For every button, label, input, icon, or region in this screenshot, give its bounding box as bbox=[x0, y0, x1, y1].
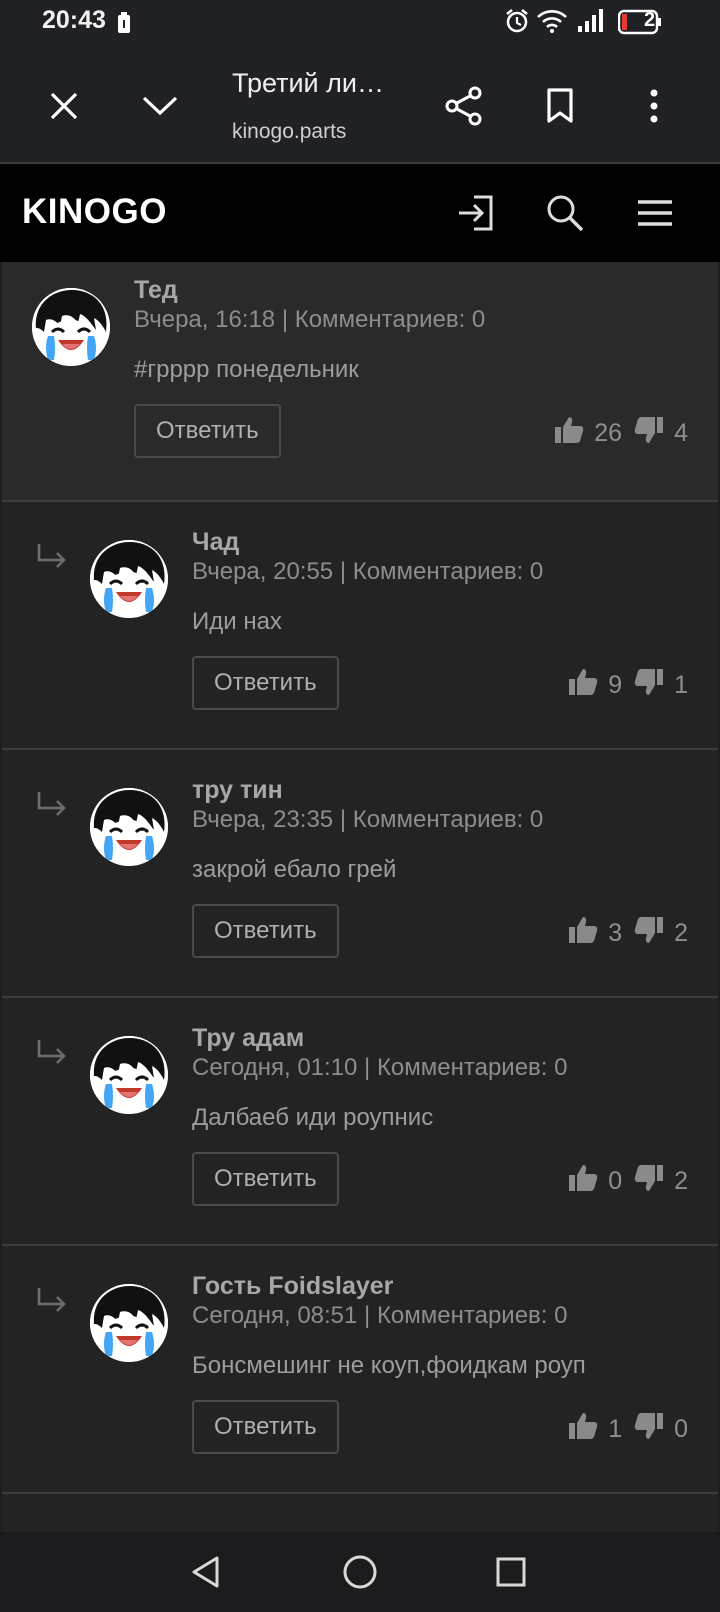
avatar[interactable] bbox=[90, 1284, 168, 1362]
comment-meta: Сегодня, 08:51 | Комментариев: 0 bbox=[192, 1302, 568, 1329]
dislike-count: 4 bbox=[674, 419, 688, 447]
like-icon[interactable] bbox=[568, 915, 598, 952]
home-icon[interactable] bbox=[338, 1550, 382, 1594]
like-icon[interactable] bbox=[568, 1411, 598, 1448]
bookmark-icon[interactable] bbox=[536, 82, 584, 130]
alarm-icon bbox=[504, 8, 530, 39]
comment-votes: 10 bbox=[568, 1411, 688, 1448]
more-vert-icon[interactable] bbox=[630, 82, 678, 130]
chevron-down-icon[interactable] bbox=[136, 82, 184, 130]
like-count: 0 bbox=[608, 1167, 623, 1195]
dislike-icon[interactable] bbox=[634, 1411, 664, 1448]
avatar[interactable] bbox=[90, 788, 168, 866]
comment-meta: Вчера, 20:55 | Комментариев: 0 bbox=[192, 558, 544, 585]
reply-arrow-icon bbox=[36, 1038, 68, 1071]
battery-icon bbox=[617, 9, 662, 40]
avatar[interactable] bbox=[90, 1036, 168, 1114]
reply-arrow-icon bbox=[36, 542, 68, 575]
battery-level: 2 bbox=[644, 9, 656, 31]
dislike-icon[interactable] bbox=[634, 915, 664, 952]
comment-item: Гость Foidslayer Сегодня, 08:51 | Коммент… bbox=[2, 1246, 718, 1494]
comment-votes: 91 bbox=[568, 667, 688, 704]
comment-item: Тру адам Сегодня, 01:10 | Комментариев: 0… bbox=[2, 998, 718, 1246]
page-title: Третий ли… bbox=[232, 68, 384, 98]
comment-text: Бонсмешинг не коуп,фоидкам роуп bbox=[192, 1352, 586, 1379]
recents-icon[interactable] bbox=[489, 1550, 533, 1594]
page-url: kinogo.parts bbox=[232, 120, 347, 143]
signal-icon bbox=[576, 8, 606, 39]
comment-meta: Вчера, 23:35 | Комментариев: 0 bbox=[192, 806, 544, 833]
comment-item-partial bbox=[2, 1494, 718, 1532]
reply-button[interactable]: Ответить bbox=[192, 1152, 339, 1206]
comment-votes: 02 bbox=[568, 1163, 688, 1200]
dislike-count: 0 bbox=[674, 1415, 688, 1443]
avatar[interactable] bbox=[32, 288, 110, 366]
comment-author[interactable]: тру тин bbox=[192, 776, 283, 805]
menu-icon[interactable] bbox=[631, 189, 679, 237]
share-icon[interactable] bbox=[440, 82, 488, 130]
like-count: 9 bbox=[608, 671, 623, 699]
reply-arrow-icon bbox=[36, 790, 68, 823]
comment-item: тру тин Вчера, 23:35 | Комментариев: 0 зак… bbox=[2, 750, 718, 998]
like-icon[interactable] bbox=[554, 415, 584, 452]
dislike-count: 1 bbox=[674, 671, 688, 699]
status-bar: 20:43 2 bbox=[0, 0, 720, 46]
reply-button[interactable]: Ответить bbox=[192, 904, 339, 958]
site-logo[interactable]: KINOGO bbox=[22, 192, 167, 232]
comment-item: Тед Вчера, 16:18 | Комментариев: 0 #грррр … bbox=[2, 262, 718, 502]
comment-text: #грррр понедельник bbox=[134, 356, 359, 383]
status-time: 20:43 bbox=[42, 6, 106, 34]
site-header: KINOGO bbox=[0, 164, 720, 262]
back-icon[interactable] bbox=[184, 1550, 228, 1594]
dislike-icon[interactable] bbox=[634, 1163, 664, 1200]
comment-text: Иди нах bbox=[192, 608, 282, 635]
battery-saver-icon bbox=[117, 12, 131, 39]
comment-votes: 32 bbox=[568, 915, 688, 952]
comments-list: Тед Вчера, 16:18 | Комментариев: 0 #грррр … bbox=[2, 262, 718, 1532]
comment-text: Далбаеб иди роупнис bbox=[192, 1104, 434, 1131]
comment-author[interactable]: Тру адам bbox=[192, 1024, 304, 1053]
like-count: 3 bbox=[608, 919, 623, 947]
search-icon[interactable] bbox=[541, 189, 589, 237]
avatar[interactable] bbox=[90, 540, 168, 618]
comment-text: закрой ебало грей bbox=[192, 856, 397, 883]
like-count: 26 bbox=[594, 419, 623, 447]
like-count: 1 bbox=[608, 1415, 623, 1443]
browser-tab-bar: Третий ли… kinogo.parts bbox=[0, 46, 720, 164]
reply-arrow-icon bbox=[36, 1286, 68, 1319]
reply-button[interactable]: Ответить bbox=[192, 656, 339, 710]
dislike-icon[interactable] bbox=[634, 415, 664, 452]
login-icon[interactable] bbox=[452, 189, 500, 237]
dislike-icon[interactable] bbox=[634, 667, 664, 704]
comment-votes: 26 4 bbox=[554, 415, 688, 452]
dislike-count: 2 bbox=[674, 1167, 688, 1195]
system-nav-bar bbox=[0, 1532, 720, 1612]
comment-meta: Вчера, 16:18 | Комментариев: 0 bbox=[134, 306, 486, 333]
comment-author[interactable]: Тед bbox=[134, 276, 178, 305]
like-icon[interactable] bbox=[568, 1163, 598, 1200]
close-icon[interactable] bbox=[40, 82, 88, 130]
dislike-count: 2 bbox=[674, 919, 688, 947]
comment-author[interactable]: Чад bbox=[192, 528, 239, 557]
reply-button[interactable]: Ответить bbox=[134, 404, 281, 458]
comment-author[interactable]: Гость Foidslayer bbox=[192, 1272, 393, 1301]
comment-meta: Сегодня, 01:10 | Комментариев: 0 bbox=[192, 1054, 568, 1081]
wifi-icon bbox=[536, 8, 568, 39]
like-icon[interactable] bbox=[568, 667, 598, 704]
comment-item: Чад Вчера, 20:55 | Комментариев: 0 Иди нах… bbox=[2, 502, 718, 750]
reply-button[interactable]: Ответить bbox=[192, 1400, 339, 1454]
